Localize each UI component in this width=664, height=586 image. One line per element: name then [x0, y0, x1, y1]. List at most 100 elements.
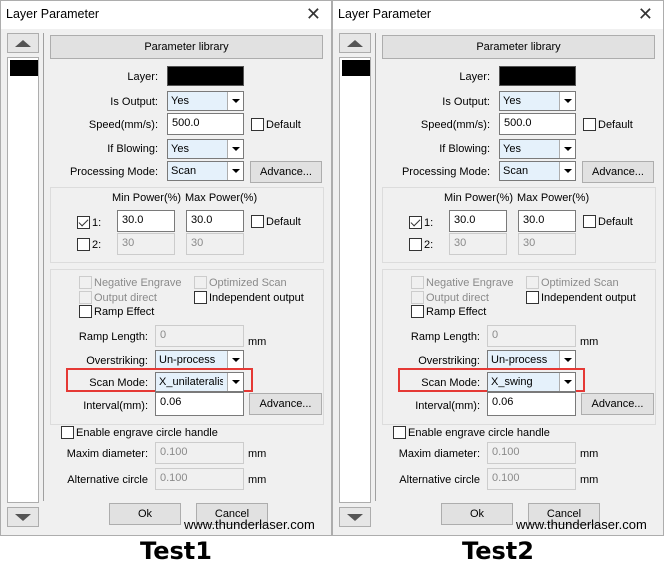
overstriking-select[interactable]: Un-process [155, 350, 244, 370]
power-1-min-input[interactable]: 30.0 [117, 210, 175, 232]
if-blowing-select[interactable]: Yes [499, 139, 576, 159]
power-1-max-input[interactable]: 30.0 [186, 210, 244, 232]
chevron-down-icon[interactable] [559, 140, 575, 158]
speed-default-checkbox[interactable]: Default [251, 118, 301, 131]
checkbox-box[interactable] [77, 238, 90, 251]
power-row-1-checkbox[interactable]: 1: [409, 216, 433, 229]
is-output-select[interactable]: Yes [499, 91, 576, 111]
max-diameter-input[interactable]: 0.100 [155, 442, 244, 464]
checkbox-box[interactable] [61, 426, 74, 439]
enable-circle-checkbox[interactable]: Enable engrave circle handle [61, 426, 218, 439]
alternative-circle-input[interactable]: 0.100 [487, 468, 576, 490]
power-2-min-input[interactable]: 30 [117, 233, 175, 255]
scroll-down-button[interactable] [339, 507, 371, 527]
power-2-max-input[interactable]: 30 [186, 233, 244, 255]
chevron-down-icon[interactable] [559, 162, 575, 180]
max-diameter-label: Maxim diameter: [66, 448, 148, 460]
power-row-2-checkbox[interactable]: 2: [409, 238, 433, 251]
independent-output-checkbox[interactable]: Independent output [194, 291, 304, 304]
processing-advance-button[interactable]: Advance... [582, 161, 654, 183]
checkbox-box[interactable] [251, 215, 264, 228]
checkbox-box[interactable] [411, 291, 424, 304]
close-icon[interactable]: ✕ [638, 4, 653, 25]
checkbox-box[interactable] [583, 215, 596, 228]
processing-mode-select[interactable]: Scan [167, 161, 244, 181]
ramp-effect-checkbox[interactable]: Ramp Effect [411, 305, 486, 318]
max-diameter-input[interactable]: 0.100 [487, 442, 576, 464]
chevron-down-icon[interactable] [227, 351, 243, 369]
power-2-max-input[interactable]: 30 [518, 233, 576, 255]
chevron-down-icon[interactable] [559, 373, 575, 391]
layer-color-swatch[interactable] [499, 66, 576, 86]
ok-button[interactable]: Ok [109, 503, 181, 525]
scroll-up-button[interactable] [7, 33, 39, 53]
chevron-down-icon[interactable] [227, 373, 243, 391]
scan-mode-select[interactable]: X_swing [487, 372, 576, 392]
output-direct-checkbox[interactable]: Output direct [79, 291, 157, 304]
optimized-scan-checkbox[interactable]: Optimized Scan [194, 276, 287, 289]
checkbox-box[interactable] [79, 291, 92, 304]
checkbox-box[interactable] [526, 276, 539, 289]
processing-mode-select[interactable]: Scan [499, 161, 576, 181]
scan-mode-select[interactable]: X_unilateralism [155, 372, 244, 392]
chevron-down-icon[interactable] [227, 162, 243, 180]
checkbox-box[interactable] [526, 291, 539, 304]
power-row-1-checkbox[interactable]: 1: [77, 216, 101, 229]
interval-advance-button[interactable]: Advance... [249, 393, 322, 415]
chevron-down-icon[interactable] [559, 92, 575, 110]
chevron-down-icon[interactable] [227, 140, 243, 158]
power-1-min-input[interactable]: 30.0 [449, 210, 507, 232]
parameter-library-button[interactable]: Parameter library [382, 35, 655, 59]
chevron-down-icon[interactable] [227, 92, 243, 110]
checkbox-box[interactable] [411, 305, 424, 318]
power-row-2-checkbox[interactable]: 2: [77, 238, 101, 251]
if-blowing-select[interactable]: Yes [167, 139, 244, 159]
checkbox-box[interactable] [251, 118, 264, 131]
negative-engrave-checkbox[interactable]: Negative Engrave [411, 276, 513, 289]
negative-engrave-checkbox[interactable]: Negative Engrave [79, 276, 181, 289]
checkbox-box[interactable] [409, 216, 422, 229]
scroll-up-button[interactable] [339, 33, 371, 53]
checkbox-box[interactable] [79, 305, 92, 318]
layer-color-swatch[interactable] [167, 66, 244, 86]
optimized-scan-checkbox[interactable]: Optimized Scan [526, 276, 619, 289]
enable-circle-checkbox[interactable]: Enable engrave circle handle [393, 426, 550, 439]
power-2-min-input[interactable]: 30 [449, 233, 507, 255]
power-default-checkbox[interactable]: Default [251, 215, 301, 228]
ok-button[interactable]: Ok [441, 503, 513, 525]
is-output-select[interactable]: Yes [167, 91, 244, 111]
parameter-library-button[interactable]: Parameter library [50, 35, 323, 59]
overstriking-select[interactable]: Un-process [487, 350, 576, 370]
layer-list[interactable] [339, 57, 371, 503]
power-1-max-input[interactable]: 30.0 [518, 210, 576, 232]
checkbox-box[interactable] [411, 276, 424, 289]
layer-list[interactable] [7, 57, 39, 503]
checkbox-box[interactable] [194, 291, 207, 304]
layer-list-item[interactable] [10, 60, 38, 76]
ramp-effect-checkbox[interactable]: Ramp Effect [79, 305, 154, 318]
scroll-down-button[interactable] [7, 507, 39, 527]
checkbox-box[interactable] [194, 276, 207, 289]
checkbox-box[interactable] [393, 426, 406, 439]
processing-advance-button[interactable]: Advance... [250, 161, 322, 183]
checkbox-box[interactable] [79, 276, 92, 289]
ramp-length-input[interactable]: 0 [155, 325, 244, 347]
interval-input[interactable]: 0.06 [487, 392, 576, 416]
chevron-down-icon[interactable] [559, 351, 575, 369]
interval-input[interactable]: 0.06 [155, 392, 244, 416]
checkbox-box[interactable] [77, 216, 90, 229]
output-direct-checkbox[interactable]: Output direct [411, 291, 489, 304]
ramp-length-input[interactable]: 0 [487, 325, 576, 347]
close-icon[interactable]: ✕ [306, 4, 321, 25]
alternative-circle-input[interactable]: 0.100 [155, 468, 244, 490]
checkbox-box[interactable] [409, 238, 422, 251]
speed-input[interactable]: 500.0 [499, 113, 576, 135]
interval-advance-button[interactable]: Advance... [581, 393, 654, 415]
power-default-checkbox[interactable]: Default [583, 215, 633, 228]
layer-list-item[interactable] [342, 60, 370, 76]
independent-output-checkbox[interactable]: Independent output [526, 291, 636, 304]
speed-default-checkbox[interactable]: Default [583, 118, 633, 131]
optimized-scan-label: Optimized Scan [209, 276, 287, 289]
checkbox-box[interactable] [583, 118, 596, 131]
speed-input[interactable]: 500.0 [167, 113, 244, 135]
